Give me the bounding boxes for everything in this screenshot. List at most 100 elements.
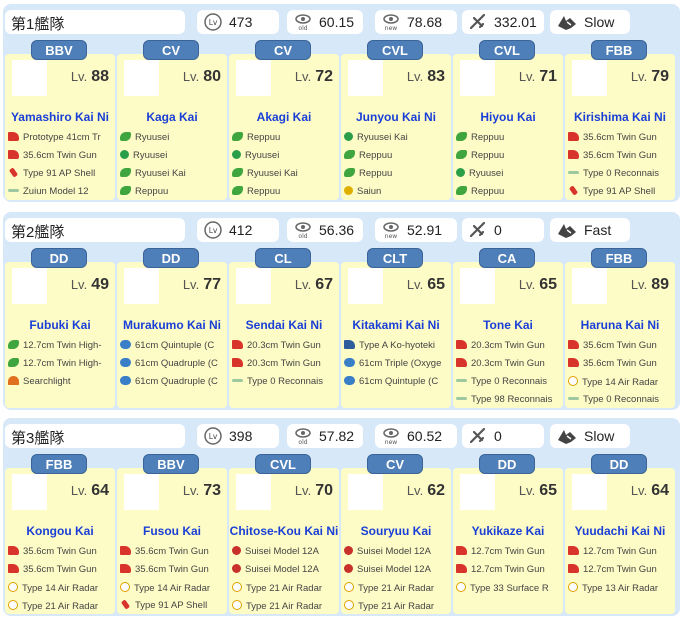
ship-card[interactable]: Lv. 67 Sendai Kai Ni 20.3cm Twin Gun 20.3… <box>229 244 339 408</box>
svg-text:Lv: Lv <box>209 432 218 441</box>
main-gun-icon <box>120 546 131 555</box>
ship-name[interactable]: Fusou Kai <box>117 524 227 538</box>
fleet-speed: Slow <box>550 10 630 34</box>
equipment-slot-4 <box>456 600 562 614</box>
ship-type-badge: DD <box>591 454 647 474</box>
fleet-old-los: old 57.82 <box>287 424 363 448</box>
ship-card[interactable]: Lv. 88 Yamashiro Kai Ni Prototype 41cm Tr… <box>5 36 115 200</box>
ship-type-badge: FBB <box>591 40 647 60</box>
equipment-slot-1: 35.6cm Twin Gun <box>568 132 674 146</box>
ship-name[interactable]: Fubuki Kai <box>5 318 115 332</box>
radar-icon <box>456 582 466 592</box>
ship-card[interactable]: Lv. 62 Souryuu Kai Suisei Model 12A Suise… <box>341 450 451 614</box>
fleet-panel-1: 第1艦隊 Lv 473 old 60.15 new 78.68 332.01 S… <box>3 4 680 202</box>
ship-card[interactable]: Lv. 65 Tone Kai 20.3cm Twin Gun 20.3cm Tw… <box>453 244 563 408</box>
airplane-icon <box>469 13 486 30</box>
ship-name[interactable]: Kaga Kai <box>117 110 227 124</box>
svg-text:new: new <box>385 233 397 240</box>
equipment-slot-3: Type 14 Air Radar <box>120 582 226 596</box>
ship-name[interactable]: Yuudachi Kai Ni <box>565 524 675 538</box>
main-gun-icon <box>456 340 467 349</box>
ship-card[interactable]: Lv. 77 Murakumo Kai Ni 61cm Quintuple (C … <box>117 244 227 408</box>
equipment-slot-4: Type 98 Reconnais <box>456 394 562 408</box>
ship-card[interactable]: Lv. 64 Yuudachi Kai Ni 12.7cm Twin Gun 12… <box>565 450 675 614</box>
torpedo-bomber-icon <box>120 150 129 159</box>
fleet-new-los: new 60.52 <box>375 424 457 448</box>
ship-card-body: Lv. 79 Kirishima Kai Ni 35.6cm Twin Gun 3… <box>565 54 675 200</box>
ship-name[interactable]: Souryuu Kai <box>341 524 451 538</box>
fleet-new-los: new 52.91 <box>375 218 457 242</box>
ship-name[interactable]: Murakumo Kai Ni <box>117 318 227 332</box>
ship-card[interactable]: Lv. 65 Kitakami Kai Ni Type A Ko-hyoteki … <box>341 244 451 408</box>
searchlight-icon <box>8 376 19 385</box>
ap-shell-icon <box>568 186 579 196</box>
ship-card[interactable]: Lv. 79 Kirishima Kai Ni 35.6cm Twin Gun 3… <box>565 36 675 200</box>
ship-card[interactable]: Lv. 73 Fusou Kai 35.6cm Twin Gun 35.6cm T… <box>117 450 227 614</box>
ship-name[interactable]: Yamashiro Kai Ni <box>5 110 115 124</box>
equipment-slot-1: 12.7cm Twin High- <box>8 340 114 354</box>
fleet-level-total: Lv 473 <box>197 10 279 34</box>
svg-text:old: old <box>298 25 307 32</box>
equipment-slot-2: 35.6cm Twin Gun <box>120 564 226 578</box>
ship-name[interactable]: Chitose-Kou Kai Ni <box>229 524 339 538</box>
ship-name[interactable]: Kitakami Kai Ni <box>341 318 451 332</box>
equipment-slot-4 <box>344 394 450 408</box>
fleet-panel-3: 第3艦隊 Lv 398 old 57.82 new 60.52 0 Slow L… <box>3 418 680 616</box>
level-icon: Lv <box>204 221 222 239</box>
ship-card[interactable]: Lv. 72 Akagi Kai Reppuu Ryuusei Ryuusei K… <box>229 36 339 200</box>
ship-card[interactable]: Lv. 65 Yukikaze Kai 12.7cm Twin Gun 12.7c… <box>453 450 563 614</box>
ship-avatar <box>236 474 271 510</box>
ship-card[interactable]: Lv. 89 Haruna Kai Ni 35.6cm Twin Gun 35.6… <box>565 244 675 408</box>
equipment-slot-2: Reppuu <box>456 150 562 164</box>
ship-card[interactable]: Lv. 80 Kaga Kai Ryuusei Ryuusei Ryuusei K… <box>117 36 227 200</box>
svg-text:Lv: Lv <box>209 226 218 235</box>
ship-name[interactable]: Akagi Kai <box>229 110 339 124</box>
ship-level: Lv. 79 <box>630 68 669 85</box>
ship-card[interactable]: Lv. 70 Chitose-Kou Kai Ni Suisei Model 12… <box>229 450 339 614</box>
fighter-plane-icon <box>8 340 19 349</box>
ship-name[interactable]: Hiyou Kai <box>453 110 563 124</box>
ship-card[interactable]: Lv. 49 Fubuki Kai 12.7cm Twin High- 12.7c… <box>5 244 115 408</box>
equipment-slot-4: Reppuu <box>232 186 338 200</box>
main-gun-icon <box>568 358 579 367</box>
fleet-speed: Slow <box>550 424 630 448</box>
ship-card-body: Lv. 65 Tone Kai 20.3cm Twin Gun 20.3cm Tw… <box>453 262 563 408</box>
ship-name[interactable]: Kirishima Kai Ni <box>565 110 675 124</box>
ship-name[interactable]: Kongou Kai <box>5 524 115 538</box>
main-gun-icon <box>456 546 467 555</box>
ship-name[interactable]: Junyou Kai Ni <box>341 110 451 124</box>
main-gun-icon <box>232 340 243 349</box>
equipment-slot-2: 35.6cm Twin Gun <box>568 150 674 164</box>
ship-name[interactable]: Tone Kai <box>453 318 563 332</box>
radar-icon <box>8 582 18 592</box>
svg-text:Lv: Lv <box>209 18 218 27</box>
ship-level: Lv. 70 <box>294 482 333 499</box>
equipment-slot-1: Ryuusei Kai <box>344 132 450 146</box>
ship-avatar <box>12 474 47 510</box>
equipment-slot-2: 20.3cm Twin Gun <box>456 358 562 372</box>
ship-card-body: Lv. 65 Kitakami Kai Ni Type A Ko-hyoteki … <box>341 262 451 408</box>
ship-type-badge: FBB <box>591 248 647 268</box>
main-gun-icon <box>456 358 467 367</box>
equipment-slot-1: 35.6cm Twin Gun <box>8 546 114 560</box>
ship-card[interactable]: Lv. 64 Kongou Kai 35.6cm Twin Gun 35.6cm … <box>5 450 115 614</box>
equipment-slot-3: Type 21 Air Radar <box>344 582 450 596</box>
equipment-slot-1: Prototype 41cm Tr <box>8 132 114 146</box>
ship-card[interactable]: Lv. 71 Hiyou Kai Reppuu Reppuu Ryuusei Re… <box>453 36 563 200</box>
equipment-slot-2: Ryuusei <box>232 150 338 164</box>
equipment-slot-4: Type 0 Reconnais <box>568 394 674 408</box>
ship-card-body: Lv. 77 Murakumo Kai Ni 61cm Quintuple (C … <box>117 262 227 408</box>
ship-name[interactable]: Yukikaze Kai <box>453 524 563 538</box>
ship-card[interactable]: Lv. 83 Junyou Kai Ni Ryuusei Kai Reppuu R… <box>341 36 451 200</box>
ship-avatar <box>236 268 271 304</box>
equipment-slot-1: 20.3cm Twin Gun <box>232 340 338 354</box>
equipment-slot-1: 12.7cm Twin Gun <box>568 546 674 560</box>
equipment-slot-3: Reppuu <box>344 168 450 182</box>
equipment-slot-4: Zuiun Model 12 <box>8 186 114 200</box>
fleet-air-power: 0 <box>462 424 544 448</box>
ship-name[interactable]: Sendai Kai Ni <box>229 318 339 332</box>
ship-name[interactable]: Haruna Kai Ni <box>565 318 675 332</box>
ship-card-body: Lv. 80 Kaga Kai Ryuusei Ryuusei Ryuusei K… <box>117 54 227 200</box>
equipment-slot-1: 12.7cm Twin Gun <box>456 546 562 560</box>
ship-level: Lv. 62 <box>406 482 445 499</box>
